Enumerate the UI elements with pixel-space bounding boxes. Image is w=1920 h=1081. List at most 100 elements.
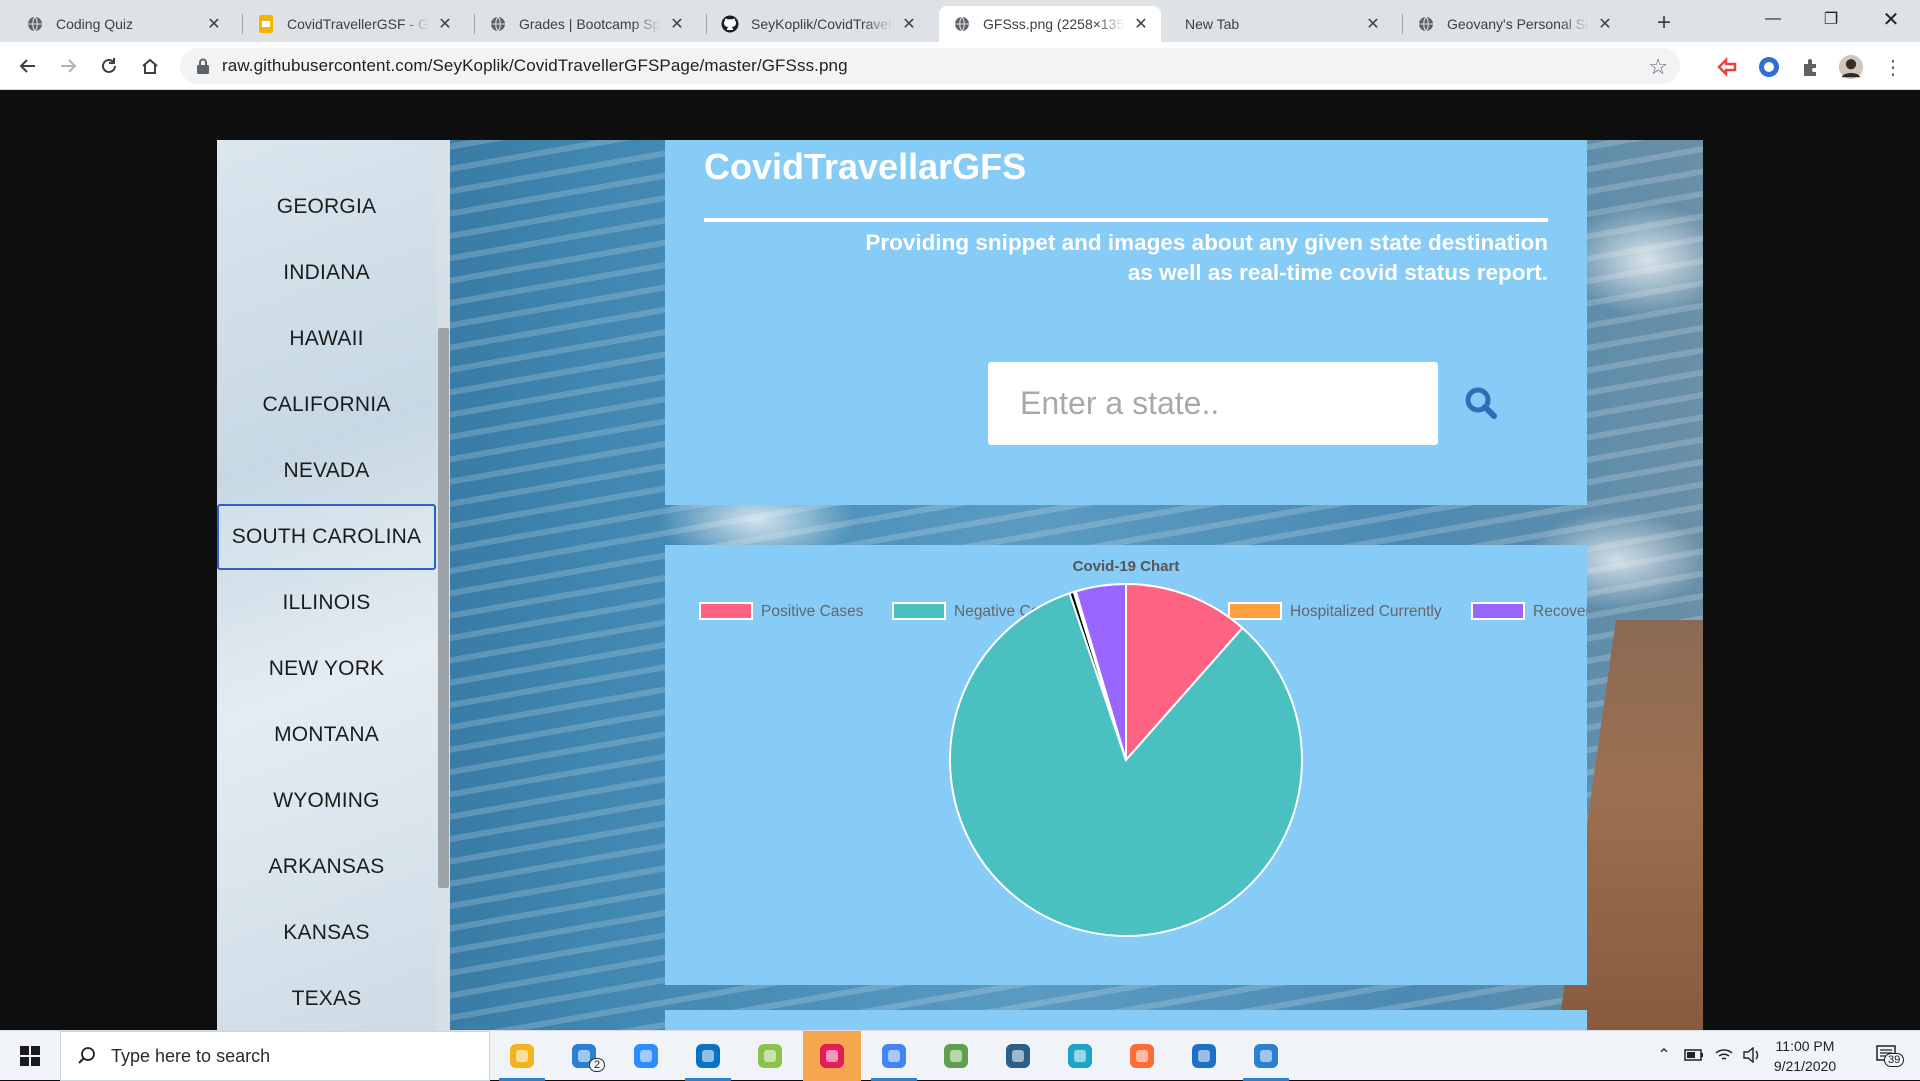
sidebar-item-state[interactable]: WYOMING [217,768,436,834]
site-title: CovidTravellarGFS [704,146,1027,187]
sidebar-item-state[interactable]: SOUTH CAROLINA [217,504,436,570]
sidebar-item-state[interactable]: ARKANSAS [217,834,436,900]
chevron-up-icon[interactable]: ⌃ [1652,1043,1676,1067]
sidebar-item-state[interactable]: NEW YORK [217,636,436,702]
photos-icon[interactable] [1175,1031,1233,1081]
extensions-puzzle-icon[interactable] [1798,54,1824,80]
lower-panel [665,1010,1587,1030]
arrow-left-icon [19,59,35,73]
chart-title: Covid-19 Chart [1073,558,1180,575]
legend-swatch [892,602,946,620]
image-viewport: GEORGIA INDIANA HAWAII CALIFORNIA NEVADA SOUT… [0,90,1920,1030]
sidebar-item-state[interactable]: GEORGIA [217,174,436,240]
vscode-icon[interactable] [679,1031,737,1081]
new-tab-button[interactable]: + [1650,9,1678,37]
tagline-line-1: Providing snippet and images about any g… [865,230,1548,255]
postman-icon[interactable] [1113,1031,1171,1081]
legend-item[interactable]: Positive Cases [699,602,864,620]
notification-center-icon[interactable]: 39 [1870,1043,1905,1067]
slack-icon[interactable] [803,1031,861,1081]
search-icon [78,1047,95,1064]
covid-chart-panel: Covid-19 Chart Positive Cases Negative Ca… [665,545,1587,985]
browser-tab[interactable]: SeyKoplik/CovidTravel ✕ [707,6,929,42]
browser-tab[interactable]: Grades | Bootcamp Sp ✕ [475,6,697,42]
globe-icon [489,15,507,33]
legend-item[interactable]: Recovered [1471,602,1587,620]
windows-logo-icon [20,1046,40,1066]
home-button[interactable] [134,50,166,82]
bookmark-star-icon[interactable]: ☆ [1648,54,1668,80]
taskbar-search-box[interactable]: Type here to search [60,1031,490,1081]
globe-icon [26,15,44,33]
file-explorer-icon[interactable] [493,1031,551,1081]
tab-close-icon[interactable]: ✕ [1363,14,1383,34]
extension-share-icon[interactable] [1714,54,1740,80]
legend-swatch [1228,602,1282,620]
control-panel-icon[interactable] [1237,1031,1295,1081]
zoom-icon[interactable] [617,1031,675,1081]
tab-title: Geovany's Personal Si [1447,16,1589,32]
tab-close-icon[interactable]: ✕ [667,14,687,34]
extension-circle-icon[interactable] [1756,54,1782,80]
sidebar-item-state[interactable]: NEVADA [217,438,436,504]
profile-avatar[interactable] [1838,54,1864,80]
browser-tab[interactable]: Geovany's Personal Si ✕ [1403,6,1625,42]
sidebar-scrollbar-thumb[interactable] [438,328,449,888]
back-button[interactable] [12,50,44,82]
address-bar[interactable]: raw.githubusercontent.com/SeyKoplik/Covi… [180,48,1680,84]
browser-toolbar: raw.githubusercontent.com/SeyKoplik/Covi… [0,42,1920,90]
tab-close-icon[interactable]: ✕ [899,14,919,34]
sidebar-item-state[interactable]: HAWAII [217,306,436,372]
minimize-button[interactable]: — [1744,0,1802,38]
mail-icon[interactable]: 2 [555,1031,613,1081]
start-button[interactable] [0,1031,60,1081]
sidebar-item-state[interactable]: CALIFORNIA [217,372,436,438]
state-list: GEORGIA INDIANA HAWAII CALIFORNIA NEVADA SOUT… [217,174,436,1030]
nodejs-icon[interactable] [927,1031,985,1081]
tab-close-icon[interactable]: ✕ [1595,14,1615,34]
sidebar-item-state[interactable]: INDIANA [217,240,436,306]
taskbar-clock[interactable]: 11:00 PM 9/21/2020 [1760,1036,1850,1076]
legend-label: Hospitalized Currently [1290,603,1442,620]
tab-close-icon[interactable]: ✕ [435,14,455,34]
covid-pie-chart: Covid-19 Chart Positive Cases Negative Ca… [699,558,1587,937]
mysql-workbench-icon[interactable] [989,1031,1047,1081]
browser-tab[interactable]: CovidTravellerGSF - Go ✕ [243,6,465,42]
sidebar-item-state[interactable]: ILLINOIS [217,570,436,636]
title-divider [704,218,1548,222]
windows-taskbar: Type here to search 2 ⌃ 11:00 PM 9/21/20… [0,1030,1920,1081]
search-button[interactable] [1461,383,1501,423]
browser-tab-strip: Coding Quiz ✕ CovidTravellerGSF - Go ✕ Grade… [0,0,1920,42]
url-text: raw.githubusercontent.com/SeyKoplik/Covi… [222,56,848,75]
edge-icon[interactable] [1051,1031,1109,1081]
state-search-input[interactable] [988,362,1438,445]
gitkraken-icon[interactable] [741,1031,799,1081]
sidebar-item-state[interactable]: KANSAS [217,900,436,966]
legend-item[interactable]: Hospitalized Currently [1228,602,1442,620]
browser-menu-icon[interactable]: ⋮ [1880,54,1906,80]
legend-swatch [699,602,753,620]
tab-title: CovidTravellerGSF - Go [287,16,429,32]
browser-tab[interactable]: New Tab ✕ [1171,6,1393,42]
tab-title: New Tab [1185,16,1240,32]
tab-close-icon[interactable]: ✕ [1131,14,1151,34]
close-window-button[interactable]: ✕ [1862,0,1920,38]
mail-unread-badge: 2 [589,1058,606,1072]
slides-icon [257,15,275,33]
browser-tab[interactable]: Coding Quiz ✕ [12,6,234,42]
tab-title: Grades | Bootcamp Sp [519,16,661,32]
reload-button[interactable] [93,50,125,82]
battery-icon[interactable] [1682,1043,1706,1067]
browser-tab[interactable]: GFSss.png (2258×135 ✕ [939,6,1161,42]
magnifier-icon [1465,387,1497,419]
forward-button[interactable] [52,50,84,82]
globe-icon [953,15,971,33]
tab-separator [474,14,475,34]
restore-button[interactable]: ❐ [1802,0,1860,38]
wifi-icon[interactable] [1712,1043,1736,1067]
state-sidebar: GEORGIA INDIANA HAWAII CALIFORNIA NEVADA SOUT… [217,140,450,1030]
sidebar-item-state[interactable]: MONTANA [217,702,436,768]
chrome-icon[interactable] [865,1031,923,1081]
tab-close-icon[interactable]: ✕ [204,14,224,34]
sidebar-item-state[interactable]: TEXAS [217,966,436,1030]
